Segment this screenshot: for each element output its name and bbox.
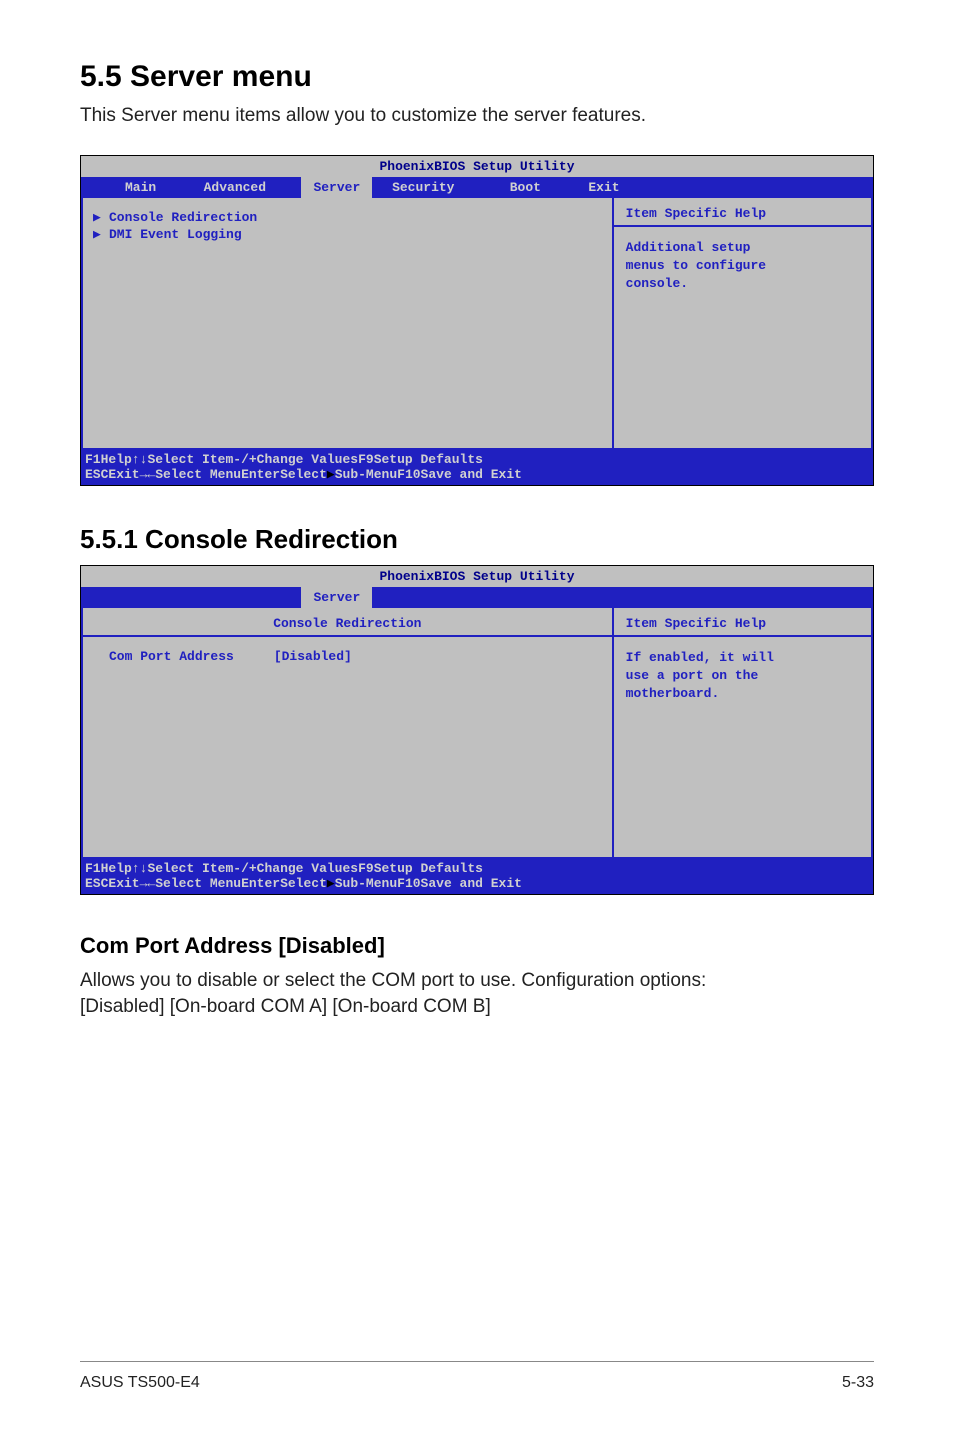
bios-help-panel: Item Specific Help Additional setup menu… xyxy=(612,198,873,450)
bios-title: PhoenixBIOS Setup Utility xyxy=(81,156,873,177)
key-arrows-h-label: Select Menu xyxy=(155,876,241,891)
key-esc-label: Exit xyxy=(108,467,139,482)
bios-key-footer: F1 Help ↑↓ Select Item -/+ Change Values… xyxy=(81,450,873,485)
submenu-marker-icon: ▶ xyxy=(93,210,109,225)
key-enter-label-a: Select xyxy=(280,467,327,482)
bios-key-footer: F1 Help ↑↓ Select Item -/+ Change Values… xyxy=(81,859,873,894)
key-minus-plus-label: Change Values xyxy=(257,452,358,467)
key-arrows-v-label: Select Item xyxy=(147,861,233,876)
footer-page-number: 5-33 xyxy=(842,1374,874,1392)
panel-subheading: Console Redirection xyxy=(83,608,612,637)
key-f10-label: Save and Exit xyxy=(421,876,522,891)
key-f9-label: Setup Defaults xyxy=(374,861,483,876)
tab-exit[interactable]: Exit xyxy=(576,177,631,198)
key-f1: F1 xyxy=(85,452,101,467)
menu-item-label: Console Redirection xyxy=(109,210,257,225)
bios-title: PhoenixBIOS Setup Utility xyxy=(81,566,873,587)
key-f9: F9 xyxy=(358,452,374,467)
option-text-1: Allows you to disable or select the COM … xyxy=(80,969,874,994)
section-intro: This Server menu items allow you to cust… xyxy=(80,104,874,129)
help-text: Additional setup menus to configure cons… xyxy=(614,227,871,298)
tab-server-label: Server xyxy=(313,180,360,195)
key-minus-plus: -/+ xyxy=(233,452,256,467)
tab-main[interactable]: Main xyxy=(113,177,192,198)
key-enter: Enter xyxy=(241,876,280,891)
key-f1-label: Help xyxy=(101,861,132,876)
bios-menubar: Main Advanced Server Security Boot Exit xyxy=(81,177,873,198)
tab-advanced-label: Advanced xyxy=(204,180,266,195)
key-arrows-v: ↑↓ xyxy=(132,861,148,876)
key-esc: ESC xyxy=(85,876,108,891)
submenu-marker-icon: ▶ xyxy=(327,467,335,482)
menubar-spacer xyxy=(81,587,113,608)
key-f1-label: Help xyxy=(101,452,132,467)
footer-product: ASUS TS500-E4 xyxy=(80,1374,200,1392)
help-header: Item Specific Help xyxy=(614,608,871,637)
footer-row-1: F1 Help ↑↓ Select Item -/+ Change Values… xyxy=(85,861,869,876)
key-enter: Enter xyxy=(241,467,280,482)
setting-label: Com Port Address xyxy=(109,649,234,664)
subsection-heading: 5.5.1 Console Redirection xyxy=(80,524,874,555)
bios-body: Console Redirection ▶ Com Port Address [… xyxy=(81,608,873,859)
setting-value: [Disabled] xyxy=(274,649,352,664)
bios-screenshot-server-menu: PhoenixBIOS Setup Utility Main Advanced … xyxy=(80,155,874,486)
key-esc-label: Exit xyxy=(108,876,139,891)
bios-rows: ▶ Console Redirection ▶ DMI Event Loggin… xyxy=(83,198,612,448)
tab-security[interactable]: Security xyxy=(372,177,497,198)
tab-exit-label: Exit xyxy=(588,180,619,195)
key-enter-label-b: Sub-Menu xyxy=(335,467,397,482)
key-arrows-h: →← xyxy=(140,876,156,891)
setting-com-port-address[interactable]: ▶ Com Port Address [Disabled] xyxy=(93,649,602,664)
key-arrows-v: ↑↓ xyxy=(132,452,148,467)
bios-screenshot-console-redirection: PhoenixBIOS Setup Utility Main Advanced … xyxy=(80,565,874,895)
tab-security-label: Security xyxy=(392,180,454,195)
tab-server-label: Server xyxy=(313,590,360,605)
help-text: If enabled, it will use a port on the mo… xyxy=(614,637,871,708)
key-enter-label-b: Sub-Menu xyxy=(335,876,397,891)
submenu-marker-icon: ▶ xyxy=(327,876,335,891)
tab-main-label: Main xyxy=(125,180,156,195)
section-heading: 5.5 Server menu xyxy=(80,60,874,94)
menubar-spacer xyxy=(81,177,113,198)
bios-rows: ▶ Com Port Address [Disabled] xyxy=(83,637,612,857)
bios-help-panel: Item Specific Help If enabled, it will u… xyxy=(612,608,873,859)
page-footer: ASUS TS500-E4 5-33 xyxy=(80,1361,874,1392)
key-minus-plus-label: Change Values xyxy=(257,861,358,876)
key-f9: F9 xyxy=(358,861,374,876)
bios-left-panel: Console Redirection ▶ Com Port Address [… xyxy=(81,608,612,859)
key-esc: ESC xyxy=(85,467,108,482)
menu-item-label: DMI Event Logging xyxy=(109,227,242,242)
bios-left-panel: ▶ Console Redirection ▶ DMI Event Loggin… xyxy=(81,198,612,450)
key-f10: F10 xyxy=(397,467,420,482)
tab-server[interactable]: Server xyxy=(301,587,372,608)
bios-body: ▶ Console Redirection ▶ DMI Event Loggin… xyxy=(81,198,873,450)
option-text-2: [Disabled] [On-board COM A] [On-board CO… xyxy=(80,995,874,1020)
key-enter-label-a: Select xyxy=(280,876,327,891)
key-arrows-v-label: Select Item xyxy=(147,452,233,467)
submenu-marker-icon: ▶ xyxy=(93,227,109,242)
key-f10: F10 xyxy=(397,876,420,891)
option-heading: Com Port Address [Disabled] xyxy=(80,933,874,959)
key-arrows-h: →← xyxy=(140,467,156,482)
key-minus-plus: -/+ xyxy=(233,861,256,876)
help-header: Item Specific Help xyxy=(614,198,871,227)
key-f10-label: Save and Exit xyxy=(421,467,522,482)
key-arrows-h-label: Select Menu xyxy=(155,467,241,482)
key-f1: F1 xyxy=(85,861,101,876)
key-f9-label: Setup Defaults xyxy=(374,452,483,467)
tab-server[interactable]: Server xyxy=(301,177,372,198)
menu-item-console-redirection[interactable]: ▶ Console Redirection xyxy=(93,210,602,225)
tab-boot[interactable]: Boot xyxy=(498,177,577,198)
footer-row-1: F1 Help ↑↓ Select Item -/+ Change Values… xyxy=(85,452,869,467)
tab-advanced[interactable]: Advanced xyxy=(192,177,302,198)
footer-row-2: ESC Exit →← Select Menu Enter Select ▶ S… xyxy=(85,876,869,891)
footer-row-2: ESC Exit →← Select Menu Enter Select ▶ S… xyxy=(85,467,869,482)
menu-item-dmi-event-logging[interactable]: ▶ DMI Event Logging xyxy=(93,227,602,242)
bios-menubar: Main Advanced Server xyxy=(81,587,873,608)
tab-boot-label: Boot xyxy=(510,180,541,195)
